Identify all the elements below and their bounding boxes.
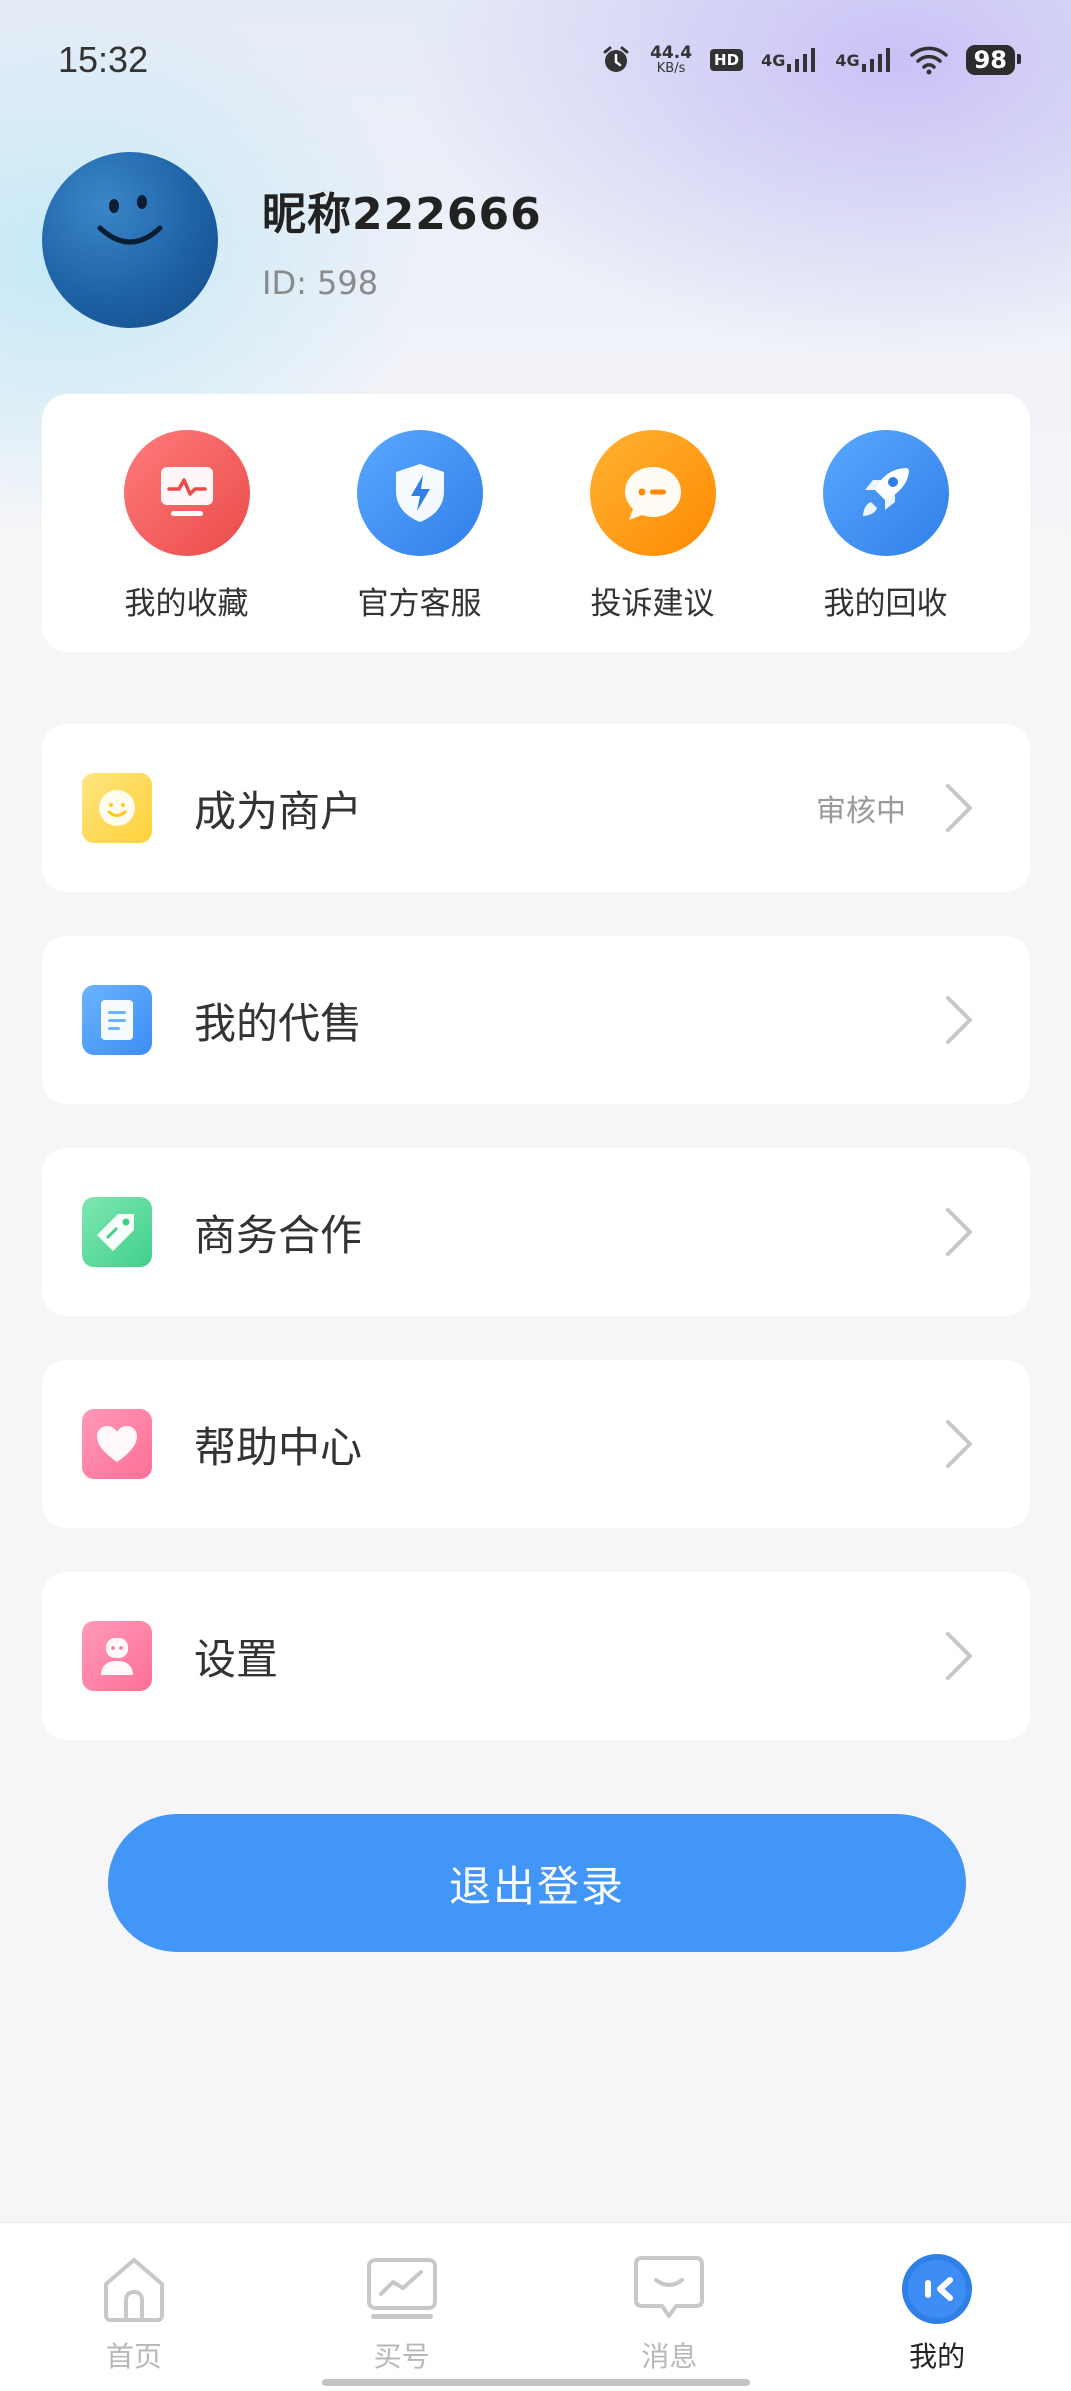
- alarm-icon: [600, 44, 632, 76]
- menu-item-become-merchant[interactable]: 成为商户 审核中: [42, 724, 1030, 892]
- message-icon: [631, 2251, 707, 2327]
- quick-action-label: 投诉建议: [590, 586, 715, 622]
- chat-bubble-icon: [589, 430, 716, 556]
- chevron-right-icon: [946, 996, 972, 1044]
- status-bar: 15:32 44.4 KB/s HD 4G 4G 98: [0, 0, 1071, 120]
- menu-item-label: 成为商户: [194, 786, 363, 836]
- menu-item-my-consignment[interactable]: 我的代售: [42, 936, 1030, 1104]
- chevron-right-icon: [946, 784, 972, 832]
- person-icon: [82, 1621, 152, 1691]
- review-status: 审核中: [816, 794, 906, 829]
- logout-button[interactable]: 退出登录: [108, 1814, 966, 1952]
- wifi-icon: [909, 45, 948, 75]
- network-speed: 44.4 KB/s: [650, 43, 693, 76]
- network-speed-unit: KB/s: [656, 61, 686, 76]
- quick-action-customer-service[interactable]: 官方客服: [310, 430, 530, 623]
- user-id: ID: 598: [262, 264, 379, 302]
- smile-icon: [82, 773, 152, 843]
- shield-bolt-icon: [356, 430, 483, 556]
- menu-item-help-center[interactable]: 帮助中心: [42, 1360, 1030, 1528]
- home-icon: [96, 2251, 172, 2327]
- menu-item-business-cooperation[interactable]: 商务合作: [42, 1148, 1030, 1316]
- bottom-tab-bar: 首页 买号 消息 我的: [0, 2222, 1071, 2391]
- tab-home[interactable]: 首页: [0, 2223, 268, 2391]
- signal-4g-icon-2: 4G: [835, 48, 891, 72]
- quick-action-label: 我的收藏: [124, 586, 249, 622]
- monitor-icon: [123, 430, 250, 556]
- tab-label: 我的: [909, 2340, 966, 2373]
- quick-action-feedback[interactable]: 投诉建议: [543, 430, 763, 623]
- heart-icon: [82, 1409, 152, 1479]
- network-speed-value: 44.4: [650, 43, 693, 63]
- menu-item-settings[interactable]: 设置: [42, 1572, 1030, 1740]
- nickname: 昵称222666: [262, 189, 542, 240]
- menu-item-label: 我的代售: [194, 998, 363, 1048]
- status-icons: 44.4 KB/s HD 4G 4G 98: [600, 43, 1022, 76]
- trend-chart-icon: [364, 2251, 440, 2327]
- menu-item-label: 设置: [194, 1634, 279, 1684]
- menu-item-label: 帮助中心: [194, 1422, 363, 1472]
- chevron-right-icon: [946, 1632, 972, 1680]
- hd-voice-icon: HD: [710, 49, 744, 71]
- quick-action-recycle[interactable]: 我的回收: [776, 430, 996, 623]
- tab-label: 买号: [373, 2340, 430, 2373]
- quick-action-label: 我的回收: [823, 586, 948, 622]
- profile-text: 昵称222666 ID: 598: [262, 178, 542, 302]
- tab-label: 首页: [105, 2340, 162, 2373]
- quick-action-favorites[interactable]: 我的收藏: [77, 430, 297, 623]
- battery-indicator: 98: [965, 45, 1022, 75]
- chevron-right-icon: [946, 1208, 972, 1256]
- tab-label: 消息: [641, 2340, 698, 2373]
- tab-buy-account[interactable]: 买号: [268, 2223, 536, 2391]
- chevron-right-icon: [946, 1420, 972, 1468]
- rocket-icon: [822, 430, 949, 556]
- tag-icon: [82, 1197, 152, 1267]
- tab-messages[interactable]: 消息: [536, 2223, 804, 2391]
- quick-action-label: 官方客服: [357, 586, 482, 622]
- profile-header[interactable]: 昵称222666 ID: 598: [42, 152, 542, 328]
- menu-item-label: 商务合作: [194, 1210, 363, 1260]
- profile-face-icon: [899, 2251, 975, 2327]
- document-icon: [82, 985, 152, 1055]
- status-time: 15:32: [58, 39, 149, 80]
- menu-list: 成为商户 审核中 我的代售 商务合作 帮助中心 设置: [42, 724, 1030, 1784]
- home-indicator[interactable]: [322, 2379, 750, 2386]
- avatar[interactable]: [42, 152, 218, 328]
- quick-actions-card: 我的收藏 官方客服 投诉建议 我的回收: [42, 394, 1030, 652]
- signal-4g-icon: 4G: [761, 48, 817, 72]
- tab-mine[interactable]: 我的: [803, 2223, 1071, 2391]
